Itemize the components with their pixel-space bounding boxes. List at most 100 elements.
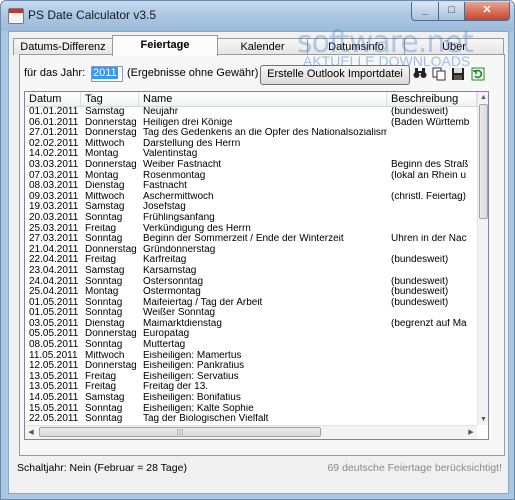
cell-name: Freitag der 13.: [143, 382, 209, 393]
refresh-icon[interactable]: [470, 67, 486, 83]
table-row[interactable]: 05.05.2011 Donnerstag Europatag: [25, 329, 477, 340]
vertical-scrollbar[interactable]: ▲ ▼: [477, 92, 488, 425]
cell-day: Sonntag: [85, 276, 123, 287]
table-row[interactable]: 02.02.2011 Mittwoch Darstellung des Herrn: [25, 139, 477, 150]
column-header-date[interactable]: Datum: [25, 92, 81, 106]
table-body: 01.01.2011 Samstag Neujahr (bundesweit) 06.0…: [25, 107, 477, 425]
binoculars-icon[interactable]: [412, 67, 428, 83]
cell-date: 08.05.2011: [29, 340, 79, 351]
table-row[interactable]: 22.04.2011 Freitag Karfreitag (bundesweit): [25, 255, 477, 266]
cell-day: Freitag: [85, 382, 117, 393]
holiday-table[interactable]: Datum Tag Name Beschreibung 01.01.2011 Sa…: [24, 91, 489, 440]
main-panel: Datums-Differenz Feiertage Kalender Datu…: [8, 31, 509, 494]
cell-description: Uhren in der Nac: [391, 234, 467, 245]
table-row[interactable]: 13.05.2011 Freitag Freitag der 13.: [25, 382, 477, 393]
table-row[interactable]: 27.01.2011 Donnerstag Tag des Gedenkens an…: [25, 128, 477, 139]
table-row[interactable]: 22.05.2011 Sonntag Tag der Biologischen Vi…: [25, 414, 477, 425]
cell-day: Sonntag: [85, 414, 123, 425]
cell-date: 27.03.2011: [29, 234, 79, 245]
cell-date: 20.03.2011: [29, 212, 79, 223]
tab-ueber[interactable]: Über: [404, 38, 504, 55]
cell-day: Freitag: [85, 223, 117, 234]
outlook-export-button[interactable]: Erstelle Outlook Importdatei: [260, 65, 410, 85]
tab-feiertage[interactable]: Feiertage: [112, 35, 218, 56]
scroll-down-arrow-icon[interactable]: ▼: [478, 414, 488, 425]
cell-name: Eisheiligen: Kalte Sophie: [143, 403, 254, 414]
horizontal-scroll-thumb[interactable]: ⁞⁞⁞: [39, 427, 321, 437]
cell-description: (bundesweit): [391, 107, 449, 117]
tab-datums-differenz[interactable]: Datums-Differenz: [13, 38, 113, 55]
cell-date: 27.01.2011: [29, 128, 79, 139]
cell-name: Muttertag: [143, 340, 186, 351]
table-row[interactable]: 03.03.2011 Donnerstag Weiber Fastnacht Begi…: [25, 160, 477, 171]
cell-description: (begrenzt auf Ma: [391, 318, 467, 329]
cell-date: 13.05.2011: [29, 382, 79, 393]
cell-date: 22.04.2011: [29, 255, 79, 266]
table-header: Datum Tag Name Beschreibung: [25, 92, 477, 107]
table-row[interactable]: 06.01.2011 Donnerstag Heiligen drei Könige…: [25, 118, 477, 129]
scroll-left-arrow-icon[interactable]: ◀: [25, 426, 37, 439]
vertical-scroll-thumb[interactable]: [479, 104, 488, 219]
cell-name: Maimarktdienstag: [143, 318, 222, 329]
table-row[interactable]: 01.05.2011 Sonntag Maifeiertag / Tag der A…: [25, 298, 477, 309]
cell-date: 09.03.2011: [29, 191, 79, 202]
tab-label: Über: [442, 41, 466, 53]
cell-description: (bundesweit): [391, 287, 449, 298]
cell-name: Eisheiligen: Servatius: [143, 371, 239, 382]
cell-name: Ostersonntag: [143, 276, 204, 287]
table-row[interactable]: 07.03.2011 Montag Rosenmontag (lokal an Rhe…: [25, 171, 477, 182]
table-row[interactable]: 09.03.2011 Mittwoch Aschermittwoch (christl…: [25, 192, 477, 203]
table-row[interactable]: 15.05.2011 Sonntag Eisheiligen: Kalte Soph…: [25, 404, 477, 415]
cell-day: Samstag: [85, 393, 125, 404]
table-row[interactable]: 08.03.2011 Dienstag Fastnacht: [25, 181, 477, 192]
cell-day: Sonntag: [85, 234, 123, 245]
cell-day: Freitag: [85, 255, 117, 266]
table-row[interactable]: 20.03.2011 Sonntag Frühlingsanfang: [25, 213, 477, 224]
table-row[interactable]: 27.03.2011 Sonntag Beginn der Sommerzeit /…: [25, 234, 477, 245]
column-header-day[interactable]: Tag: [81, 92, 139, 106]
table-row[interactable]: 08.05.2011 Sonntag Muttertag: [25, 340, 477, 351]
table-row[interactable]: 25.03.2011 Freitag Verkündigung des Herrn: [25, 224, 477, 235]
title-bar[interactable]: PS Date Calculator v3.5 _ □ ✕: [1, 1, 514, 31]
scroll-right-arrow-icon[interactable]: ▶: [465, 426, 477, 439]
table-row[interactable]: 13.05.2011 Freitag Eisheiligen: Servatius: [25, 372, 477, 383]
table-row[interactable]: 25.04.2011 Montag Ostermontag (bundesweit): [25, 287, 477, 298]
table-row[interactable]: 14.05.2011 Samstag Eisheiligen: Bonifatius: [25, 393, 477, 404]
minimize-button[interactable]: _: [411, 2, 439, 21]
table-row[interactable]: 11.05.2011 Mittwoch Eisheiligen: Mamertus: [25, 351, 477, 362]
tab-datumsinfo[interactable]: Datumsinfo: [307, 38, 405, 55]
close-button[interactable]: ✕: [464, 2, 510, 21]
horizontal-scrollbar[interactable]: ◀ ⁞⁞⁞ ▶: [25, 425, 477, 439]
cell-day: Samstag: [85, 265, 125, 276]
save-icon[interactable]: [450, 67, 466, 83]
table-row[interactable]: 23.04.2011 Samstag Karsamstag: [25, 266, 477, 277]
cell-day: Mittwoch: [85, 191, 125, 202]
cell-day: Sonntag: [85, 212, 123, 223]
table-row[interactable]: 12.05.2011 Donnerstag Eisheiligen: Pankrat…: [25, 361, 477, 372]
table-row[interactable]: 14.02.2011 Montag Valentinstag: [25, 149, 477, 160]
year-input[interactable]: 2011: [91, 66, 123, 82]
table-row[interactable]: 24.04.2011 Sonntag Ostersonntag (bundesweit…: [25, 277, 477, 288]
table-row[interactable]: 01.05.2011 Sonntag Weißer Sonntag: [25, 308, 477, 319]
column-header-name[interactable]: Name: [139, 92, 387, 106]
tab-kalender[interactable]: Kalender: [217, 38, 308, 55]
table-row[interactable]: 19.03.2011 Samstag Josefstag: [25, 202, 477, 213]
cell-date: 21.04.2011: [29, 244, 79, 255]
column-header-description[interactable]: Beschreibung: [387, 92, 477, 106]
cell-name: Karsamstag: [143, 265, 197, 276]
table-row[interactable]: 03.05.2011 Dienstag Maimarktdienstag (begre…: [25, 319, 477, 330]
cell-name: Ostermontag: [143, 287, 201, 298]
table-row[interactable]: 01.01.2011 Samstag Neujahr (bundesweit): [25, 107, 477, 118]
cell-date: 01.01.2011: [29, 107, 79, 117]
cell-day: Sonntag: [85, 297, 123, 308]
cell-day: Montag: [85, 170, 119, 181]
maximize-button[interactable]: □: [438, 2, 465, 21]
table-row[interactable]: 21.04.2011 Donnerstag Gründonnerstag: [25, 245, 477, 256]
cell-name: Beginn der Sommerzeit / Ende der Winterz…: [143, 234, 344, 245]
copy-icon[interactable]: [431, 67, 447, 83]
cell-day: Donnerstag: [85, 329, 137, 340]
cell-name: Gründonnerstag: [143, 244, 216, 255]
cell-description: (christl. Feiertag): [391, 191, 467, 202]
cell-day: Donnerstag: [85, 159, 137, 170]
scroll-up-arrow-icon[interactable]: ▲: [478, 92, 488, 103]
